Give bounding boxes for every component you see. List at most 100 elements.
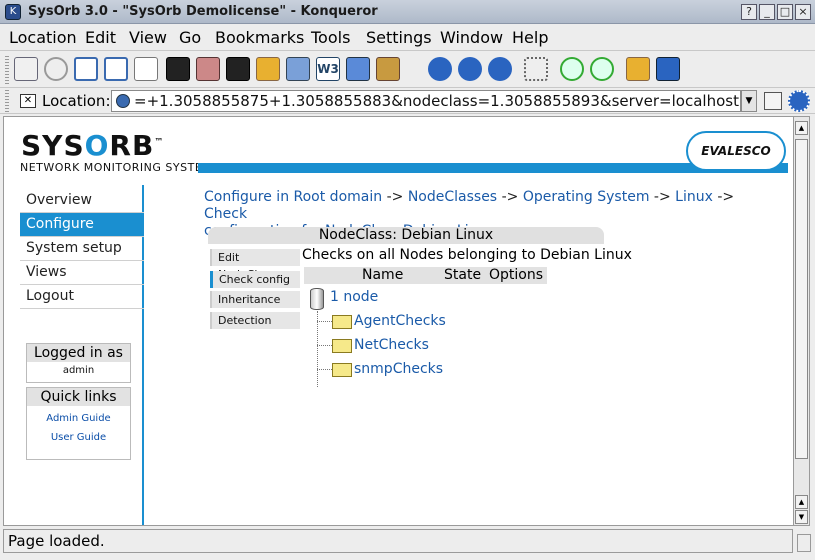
nav-system-setup[interactable]: System setup [20, 237, 144, 261]
zoom-out-icon[interactable] [590, 57, 614, 81]
breadcrumb-sep: -> [386, 189, 404, 205]
reload-icon[interactable] [524, 57, 548, 81]
konqueror-icon[interactable]: K [5, 4, 21, 20]
scroll-down-icon[interactable]: ▼ [795, 510, 808, 524]
tree-folder-snmpchecks[interactable]: snmpChecks [354, 361, 443, 377]
menu-settings[interactable]: Settings [366, 28, 432, 47]
nav-configure[interactable]: Configure [20, 213, 144, 237]
tab-inheritance[interactable]: Inheritance [210, 291, 300, 308]
tab-detection[interactable]: Detection [210, 312, 300, 329]
menu-edit[interactable]: Edit [85, 28, 116, 47]
menu-view[interactable]: View [129, 28, 167, 47]
logo-part-1: SYS [21, 129, 85, 162]
menu-help[interactable]: Help [512, 28, 548, 47]
toolbar-grip[interactable] [5, 56, 9, 84]
security-icon[interactable] [166, 57, 190, 81]
bookmark-icon[interactable] [256, 57, 280, 81]
evalesco-logo[interactable]: EVALESCO [686, 131, 786, 171]
main-toolbar: W3 [0, 52, 815, 88]
vertical-scrollbar[interactable]: ▲ ▲ ▼ [793, 116, 810, 526]
breadcrumb-operating-system[interactable]: Operating System [523, 189, 650, 205]
tree-folder-netchecks[interactable]: NetChecks [354, 337, 429, 353]
col-name[interactable]: Name [362, 267, 403, 284]
breadcrumb-sep: -> [717, 189, 735, 205]
split-vertical-icon[interactable] [104, 57, 128, 81]
tree-folder-agentchecks[interactable]: AgentChecks [354, 313, 446, 329]
quick-links-box: Quick links Admin Guide User Guide [26, 387, 131, 460]
close-button[interactable]: × [795, 4, 811, 20]
download-icon[interactable] [656, 57, 680, 81]
help-window-button[interactable]: ? [741, 4, 757, 20]
clear-location-icon[interactable]: ✕ [20, 94, 36, 108]
folder-icon [332, 339, 352, 353]
site-header: SYSORB™ NETWORK MONITORING SYSTEM EVALES… [18, 121, 788, 177]
sysorb-logo: SYSORB™ [21, 129, 164, 162]
go-icon[interactable] [764, 92, 782, 110]
user-guide-link[interactable]: User Guide [27, 432, 130, 443]
breadcrumb-sep: -> [501, 189, 519, 205]
checks-table-header: Name State Options [304, 267, 547, 284]
web-page-icon[interactable] [286, 57, 310, 81]
tree-root-node[interactable]: 1 node [330, 289, 378, 305]
breadcrumb-sep: -> [653, 189, 671, 205]
logo-tagline: NETWORK MONITORING SYSTEM [20, 161, 213, 174]
tab-edit-nodeclass[interactable]: Edit NodeClass [210, 249, 300, 281]
col-options[interactable]: Options [489, 267, 543, 284]
tree-connector [317, 311, 318, 387]
settings-icon[interactable] [226, 57, 250, 81]
zoom-in-icon[interactable] [560, 57, 584, 81]
up-arrow-icon[interactable] [428, 57, 452, 81]
menu-location[interactable]: Location [9, 28, 77, 47]
breadcrumb-root-domain[interactable]: Configure in Root domain [204, 189, 382, 205]
breadcrumb-linux[interactable]: Linux [675, 189, 713, 205]
forward-arrow-icon[interactable] [488, 57, 512, 81]
konqi-icon[interactable] [376, 57, 400, 81]
scroll-thumb[interactable] [795, 139, 808, 459]
maximize-button[interactable]: □ [777, 4, 793, 20]
quick-links-title: Quick links [27, 388, 130, 406]
menu-window[interactable]: Window [440, 28, 503, 47]
resize-grip-icon[interactable] [797, 534, 811, 552]
nav-logout[interactable]: Logout [20, 285, 144, 309]
url-input[interactable]: =+1.3058855875+1.3058855883&nodeclass=1.… [111, 90, 741, 112]
admin-guide-link[interactable]: Admin Guide [27, 413, 130, 424]
split-horizontal-icon[interactable] [74, 57, 98, 81]
folder-icon [332, 363, 352, 377]
w3c-icon[interactable]: W3 [316, 57, 340, 81]
logo-part-2: RB [109, 129, 155, 162]
logged-in-box: Logged in as admin [26, 343, 131, 383]
minimize-button[interactable]: _ [759, 4, 775, 20]
url-dropdown-button[interactable]: ▼ [741, 90, 757, 112]
tree-connector [317, 369, 332, 370]
window-title: SysOrb 3.0 - "SysOrb Demolicense" - Konq… [28, 4, 378, 19]
scroll-up-icon[interactable]: ▲ [795, 121, 808, 135]
tree-connector [317, 321, 332, 322]
col-state[interactable]: State [444, 267, 481, 284]
nav-overview[interactable]: Overview [20, 189, 144, 213]
breadcrumb-nodeclasses[interactable]: NodeClasses [408, 189, 497, 205]
wrench-icon[interactable] [196, 57, 220, 81]
menu-bookmarks[interactable]: Bookmarks [215, 28, 304, 47]
breadcrumb-check[interactable]: Check [204, 206, 247, 222]
menu-go[interactable]: Go [179, 28, 201, 47]
checks-description: Checks on all Nodes belonging to Debian … [302, 247, 632, 263]
tab-check-config[interactable]: Check config [210, 271, 300, 288]
home-icon[interactable] [14, 57, 38, 81]
url-text[interactable]: =+1.3058855875+1.3058855883&nodeclass=1.… [134, 92, 740, 110]
title-bar: K SysOrb 3.0 - "SysOrb Demolicense" - Ko… [0, 0, 815, 24]
location-grip[interactable] [5, 90, 9, 112]
nav-views[interactable]: Views [20, 261, 144, 285]
nodeclass-title: NodeClass: Debian Linux [208, 227, 604, 244]
menu-tools[interactable]: Tools [311, 28, 350, 47]
status-text: Page loaded. [3, 529, 793, 553]
scroll-up-lower-icon[interactable]: ▲ [795, 495, 808, 509]
remove-view-icon[interactable] [134, 57, 158, 81]
konqueror-spinner-icon[interactable] [788, 90, 810, 112]
lock-icon[interactable] [626, 57, 650, 81]
translate-icon[interactable] [346, 57, 370, 81]
find-icon[interactable] [44, 57, 68, 81]
favicon-icon [116, 94, 130, 108]
back-arrow-icon[interactable] [458, 57, 482, 81]
logged-in-user: admin [62, 365, 95, 376]
menu-bar: Location Edit View Go Bookmarks Tools Se… [0, 24, 815, 51]
